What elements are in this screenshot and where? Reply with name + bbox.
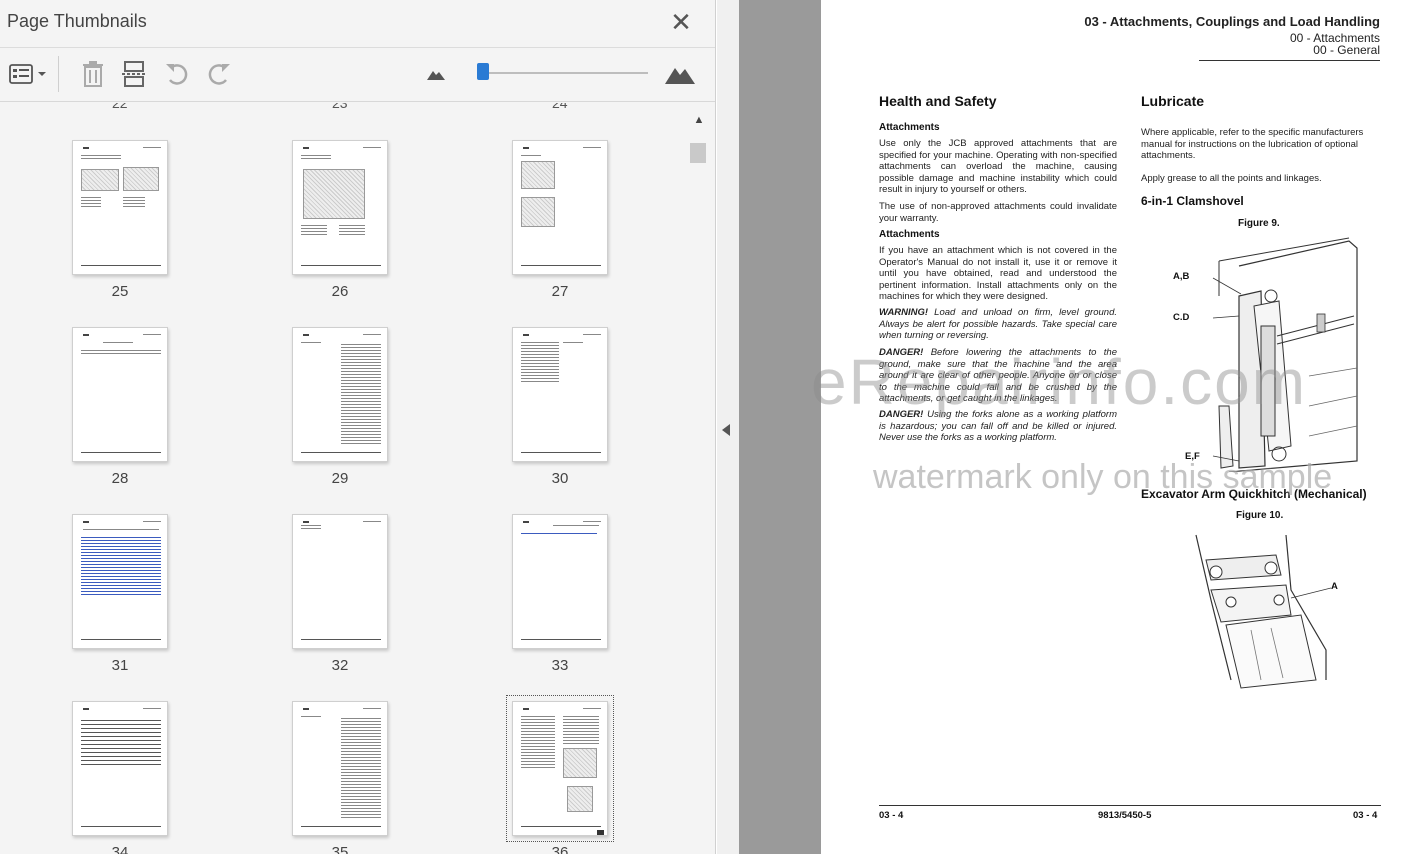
page-thumbnail[interactable]: [512, 327, 608, 462]
paragraph: The use of non-approved attachments coul…: [879, 201, 1117, 224]
undo-button[interactable]: [160, 58, 194, 90]
thumbnail-page-number: 34: [111, 844, 129, 854]
toolbar-separator: [58, 56, 59, 92]
thumbnail-grid[interactable]: 22 23 24 25 26 27 28 29 30 31 32 33 34 35 36: [0, 103, 715, 854]
paragraph: Apply grease to all the points and linka…: [1141, 173, 1322, 184]
scrollbar-thumb[interactable]: [690, 143, 706, 163]
figure-label: A: [1331, 581, 1338, 592]
collapse-panel-arrow-icon[interactable]: [722, 424, 730, 436]
thumbnail-options-button[interactable]: [6, 58, 50, 90]
paragraph: If you have an attachment which is not c…: [879, 245, 1117, 303]
thumbnail-page-number: 36: [551, 844, 569, 854]
thumbnail-page-number: 31: [111, 657, 129, 674]
footer-page-right: 03 - 4: [1353, 810, 1378, 821]
undo-icon: [166, 64, 188, 85]
panel-title: Page Thumbnails: [7, 11, 147, 31]
extract-pages-icon: [122, 61, 146, 87]
redo-icon: [208, 64, 230, 85]
thumbnail-page-number: 26: [331, 283, 349, 300]
watermark: eRepairinfo.com: [811, 346, 1307, 418]
zoom-slider-track[interactable]: [478, 71, 648, 75]
page-thumbnail[interactable]: [292, 327, 388, 462]
figure-label: C.D: [1173, 312, 1190, 323]
delete-pages-button[interactable]: [76, 58, 110, 90]
footer-rule: [879, 805, 1381, 806]
page-thumbnail[interactable]: [506, 695, 614, 842]
page-thumbnail[interactable]: [512, 514, 608, 649]
page-thumbnail[interactable]: [72, 514, 168, 649]
figure-caption: Figure 10.: [1236, 510, 1284, 521]
warning-note: WARNING! Load and unload on firm, level …: [879, 307, 1117, 342]
thumbnail-page-number: 25: [111, 283, 129, 300]
page-thumbnail[interactable]: [72, 701, 168, 836]
zoom-slider-handle[interactable]: [477, 63, 489, 80]
thumbnail-options-icon: [9, 64, 46, 84]
thumbnail-page-number: 35: [331, 844, 349, 854]
zoom-out-thumbnails-button[interactable]: [423, 58, 449, 90]
redo-button[interactable]: [202, 58, 236, 90]
thumbnail-scrollbar[interactable]: ▲: [688, 103, 710, 854]
page-thumbnail[interactable]: [292, 701, 388, 836]
thumbnail-page-number: 27: [551, 283, 569, 300]
header-rule: [1199, 60, 1380, 61]
paragraph: Where applicable, refer to the specific …: [1141, 127, 1364, 162]
scroll-up-button[interactable]: ▲: [688, 111, 710, 129]
thumbnail-page-number: 33: [551, 657, 569, 674]
attachments-subheading: Attachments: [879, 122, 940, 133]
clamshovel-heading: 6-in-1 Clamshovel: [1141, 194, 1244, 208]
zoom-in-thumbnails-button[interactable]: [661, 58, 699, 90]
document-background: [739, 0, 821, 854]
section-subtitle: 00 - General: [1313, 43, 1380, 57]
lubricate-heading: Lubricate: [1141, 93, 1205, 109]
watermark-note: watermark only on this sample: [873, 458, 1333, 496]
figure-caption: Figure 9.: [1238, 218, 1280, 229]
warning-label: WARNING!: [879, 307, 929, 318]
thumbnail-page-number: 30: [551, 470, 569, 487]
page-thumbnail[interactable]: [72, 327, 168, 462]
thumbnail-page-number: 29: [331, 470, 349, 487]
delete-icon: [83, 61, 103, 87]
page-thumbnail[interactable]: [512, 140, 608, 275]
quickhitch-figure: [1195, 534, 1331, 689]
paragraph: Use only the JCB approved attachments th…: [879, 138, 1117, 196]
thumbnails-panel: Page Thumbnails ✕ 22 23 24 25 26 27 28 2…: [0, 0, 716, 854]
page-thumbnail[interactable]: [72, 140, 168, 275]
thumbnail-toolbar: [0, 48, 715, 102]
attachments-subheading: Attachments: [879, 229, 940, 240]
chapter-title: 03 - Attachments, Couplings and Load Han…: [1084, 14, 1380, 29]
page-thumbnail[interactable]: [292, 514, 388, 649]
zoom-in-icon: [665, 68, 695, 84]
zoom-out-icon: [427, 71, 445, 80]
page-thumbnail[interactable]: [292, 140, 388, 275]
figure-label: A,B: [1173, 271, 1190, 282]
health-safety-heading: Health and Safety: [879, 93, 997, 109]
thumbnail-page-number: 32: [331, 657, 349, 674]
thumbnail-page-number: 28: [111, 470, 129, 487]
footer-doc-number: 9813/5450-5: [1098, 810, 1152, 821]
panel-splitter[interactable]: [717, 0, 739, 854]
cut-off-page-number: 22: [112, 103, 128, 111]
cut-off-page-number: 23: [332, 103, 348, 111]
document-page: 03 - Attachments, Couplings and Load Han…: [811, 0, 1428, 854]
close-panel-button[interactable]: ✕: [667, 8, 695, 36]
extract-pages-button[interactable]: [117, 58, 151, 90]
cut-off-page-number: 24: [552, 103, 568, 111]
panel-header: Page Thumbnails ✕: [0, 0, 715, 48]
footer-page-left: 03 - 4: [879, 810, 904, 821]
